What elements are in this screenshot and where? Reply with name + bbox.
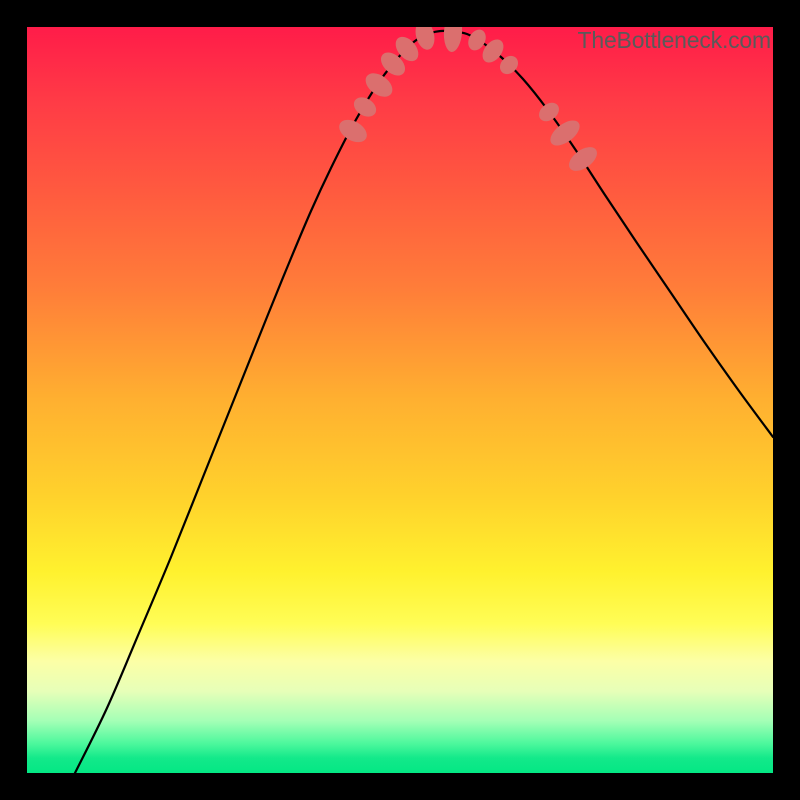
curve-marker bbox=[565, 142, 601, 175]
marker-layer bbox=[335, 27, 601, 176]
chart-plot-area bbox=[27, 27, 773, 773]
chart-frame: TheBottleneck.com bbox=[0, 0, 800, 800]
curve-marker bbox=[335, 115, 370, 146]
curve-marker bbox=[535, 99, 562, 125]
curve-marker bbox=[350, 93, 379, 120]
bottleneck-curve bbox=[75, 31, 773, 773]
chart-svg bbox=[27, 27, 773, 773]
curve-marker bbox=[546, 116, 584, 151]
curve-marker bbox=[443, 27, 464, 53]
watermark-text: TheBottleneck.com bbox=[578, 27, 771, 54]
